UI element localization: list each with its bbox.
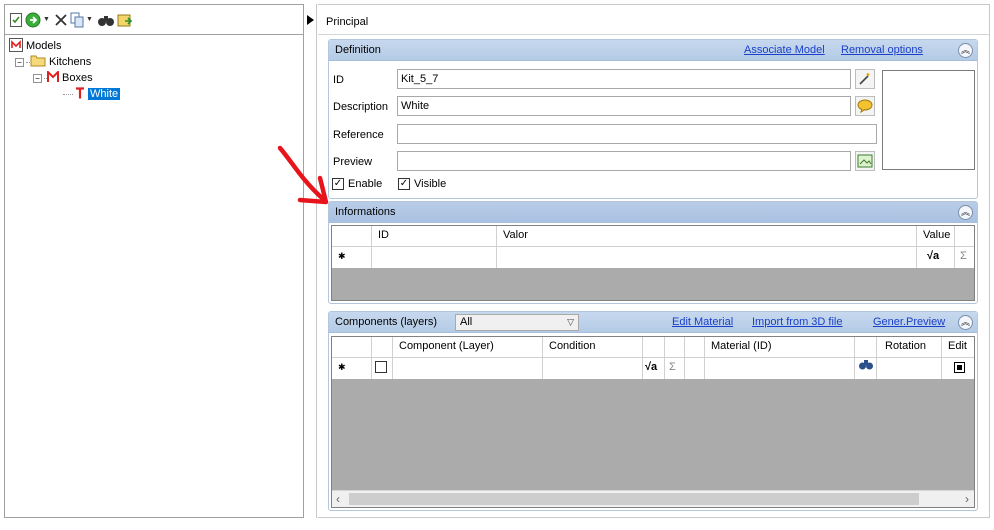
- edit-material-link[interactable]: Edit Material: [672, 316, 733, 328]
- components-hscrollbar[interactable]: ‹ ›: [332, 490, 974, 507]
- collapse-definition-icon[interactable]: ︽: [958, 43, 973, 58]
- visible-label: Visible: [414, 178, 447, 190]
- models-icon: [9, 37, 23, 55]
- tab-principal[interactable]: Principal: [326, 16, 368, 28]
- preview-browse-button[interactable]: [855, 151, 875, 171]
- go-dropdown-icon[interactable]: ▼: [43, 16, 50, 23]
- enable-label: Enable: [348, 178, 383, 190]
- collapse-informations-icon[interactable]: ︽: [958, 205, 973, 220]
- copy-dropdown-icon[interactable]: ▼: [86, 16, 93, 23]
- chevron-down-icon: ▽: [567, 317, 574, 327]
- id-wizard-button[interactable]: [855, 69, 875, 89]
- informations-grid-header: ID Valor Value: [332, 226, 974, 246]
- export-icon[interactable]: [117, 11, 133, 29]
- image-open-icon: [857, 154, 873, 168]
- col-material-id[interactable]: Material (ID): [705, 337, 855, 357]
- col-id[interactable]: ID: [372, 226, 497, 246]
- associate-model-link[interactable]: Associate Model: [744, 44, 825, 56]
- module-icon: [47, 69, 59, 86]
- description-field[interactable]: [397, 96, 851, 116]
- id-field[interactable]: [397, 69, 851, 89]
- tree-node-models[interactable]: Models: [9, 37, 120, 55]
- components-grid: Component (Layer) Condition Material (ID…: [331, 336, 975, 508]
- components-grid-header: Component (Layer) Condition Material (ID…: [332, 337, 974, 357]
- new-row-marker-icon: ✱: [332, 247, 372, 268]
- tree-label-boxes: Boxes: [62, 72, 93, 84]
- copy-icon[interactable]: [70, 11, 84, 29]
- components-group: Components (layers) All ▽ Edit Material …: [328, 311, 978, 511]
- col-value[interactable]: Value: [917, 226, 955, 246]
- removal-options-link[interactable]: Removal options: [841, 44, 923, 56]
- informations-group: Informations ︽ ID Valor Value ✱ √a Σ: [328, 201, 978, 304]
- informations-title: Informations: [335, 206, 396, 218]
- reference-field[interactable]: [397, 124, 877, 144]
- model-tree-pane: ▼ ▼ Models − Kitchens − Boxes White: [4, 4, 304, 518]
- col-component-layer[interactable]: Component (Layer): [393, 337, 543, 357]
- components-filter-value: All: [460, 316, 473, 328]
- id-label: ID: [333, 74, 344, 86]
- definition-header: Definition Associate Model Removal optio…: [329, 40, 977, 61]
- new-doc-icon[interactable]: [9, 11, 23, 29]
- definition-title: Definition: [335, 44, 381, 56]
- visible-check-icon: ✓: [398, 178, 410, 190]
- collapse-boxes-icon[interactable]: −: [33, 73, 42, 83]
- components-filter-select[interactable]: All ▽: [455, 314, 579, 331]
- tree-node-kitchens[interactable]: − Kitchens: [9, 54, 120, 70]
- new-row-marker-icon: ✱: [332, 358, 372, 379]
- collapse-pane-arrow-icon[interactable]: [307, 15, 314, 25]
- informations-new-row[interactable]: ✱ √a Σ: [332, 246, 974, 268]
- find-icon[interactable]: [97, 11, 115, 29]
- wand-icon: [859, 73, 870, 85]
- tree-label-white: White: [88, 88, 121, 100]
- col-edit[interactable]: Edit: [942, 337, 976, 357]
- tree-node-white[interactable]: White: [9, 86, 121, 102]
- definition-group: Definition Associate Model Removal optio…: [328, 39, 978, 199]
- model-tree: Models − Kitchens − Boxes White: [9, 37, 121, 102]
- speech-bubble-icon: [857, 99, 873, 113]
- reference-label: Reference: [333, 129, 384, 141]
- col-condition[interactable]: Condition: [543, 337, 643, 357]
- edit-cell-button[interactable]: [942, 358, 976, 379]
- scroll-right-icon[interactable]: ›: [965, 492, 969, 506]
- preview-image: [882, 70, 975, 170]
- informations-header: Informations ︽: [329, 202, 977, 223]
- sum-icon[interactable]: Σ: [955, 247, 976, 268]
- collapse-kitchens-icon[interactable]: −: [15, 57, 24, 67]
- scroll-thumb[interactable]: [349, 493, 919, 505]
- components-title: Components (layers): [335, 316, 438, 328]
- components-new-row[interactable]: ✱ √a Σ: [332, 357, 974, 379]
- import-3d-link[interactable]: Import from 3D file: [752, 316, 842, 328]
- tree-label-kitchens: Kitchens: [49, 56, 92, 68]
- go-icon[interactable]: [25, 11, 41, 29]
- folder-open-icon: [30, 54, 46, 70]
- tree-node-boxes[interactable]: − Boxes: [9, 69, 120, 86]
- formula-icon[interactable]: √a: [917, 247, 955, 268]
- gener-preview-link[interactable]: Gener.Preview: [873, 316, 945, 328]
- informations-grid: ID Valor Value ✱ √a Σ: [331, 225, 975, 301]
- find-material-icon[interactable]: [855, 358, 877, 379]
- properties-pane: Principal Definition Associate Model Rem…: [318, 4, 990, 518]
- collapse-components-icon[interactable]: ︽: [958, 315, 973, 330]
- edit-square-icon: [954, 361, 965, 373]
- formula-icon[interactable]: √a: [643, 358, 665, 379]
- checkbox-icon: [375, 361, 387, 374]
- component-t-icon: [75, 86, 85, 102]
- annotation-arrow-icon: [277, 145, 329, 205]
- components-header: Components (layers) All ▽ Edit Material …: [329, 312, 977, 333]
- sum-icon[interactable]: Σ: [665, 358, 685, 379]
- col-rotation[interactable]: Rotation: [877, 337, 942, 357]
- description-label: Description: [333, 101, 389, 113]
- col-valor[interactable]: Valor: [497, 226, 917, 246]
- tree-toolbar: ▼ ▼: [5, 5, 303, 35]
- delete-icon[interactable]: [54, 11, 68, 29]
- tree-label-models: Models: [26, 40, 62, 52]
- scroll-left-icon[interactable]: ‹: [336, 492, 340, 506]
- preview-field[interactable]: [397, 151, 851, 171]
- visible-checkbox[interactable]: ✓ Visible: [398, 178, 446, 190]
- row-checkbox[interactable]: [372, 358, 393, 379]
- pane-splitter[interactable]: [306, 4, 317, 518]
- description-translate-button[interactable]: [855, 96, 875, 116]
